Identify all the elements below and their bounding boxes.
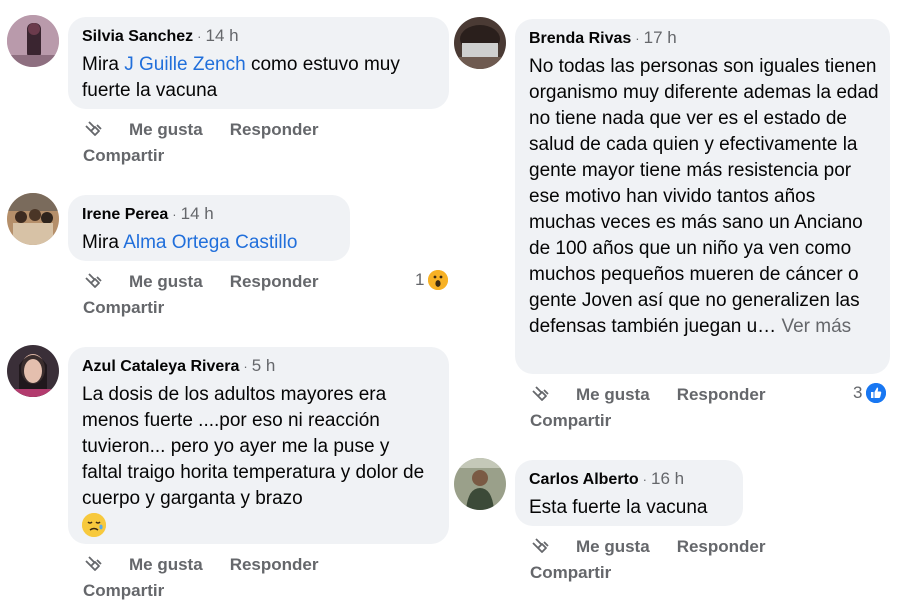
reply-button[interactable]: Responder <box>677 534 766 560</box>
avatar[interactable] <box>7 345 59 397</box>
timestamp[interactable]: 14 h <box>206 26 239 45</box>
avatar[interactable] <box>454 17 506 69</box>
reaction-icon[interactable] <box>530 536 554 558</box>
reply-button[interactable]: Responder <box>230 117 319 143</box>
like-icon <box>866 383 887 403</box>
share-button[interactable]: Compartir <box>530 408 792 434</box>
author-name[interactable]: Azul Cataleya Rivera <box>82 358 239 375</box>
like-button[interactable]: Me gusta <box>576 382 650 408</box>
comment-text: La dosis de los adultos mayores era meno… <box>82 384 425 509</box>
comment-bubble: Azul Cataleya Rivera · 5 h La dosis de los… <box>68 347 449 544</box>
see-more-link[interactable]: Ver más <box>781 316 851 337</box>
avatar[interactable] <box>7 193 59 245</box>
emoji-row <box>82 513 435 537</box>
avatar[interactable] <box>7 15 59 67</box>
reply-button[interactable]: Responder <box>230 269 319 295</box>
share-button[interactable]: Compartir <box>83 295 345 321</box>
sad-emoji-icon <box>82 513 106 537</box>
reply-button[interactable]: Responder <box>230 552 319 578</box>
comment-actions: Me gusta Responder Compartir <box>83 269 345 321</box>
reaction-count: 1 <box>415 270 425 289</box>
reaction-summary[interactable]: 1 <box>415 270 449 290</box>
comment-bubble: Brenda Rivas · 17 h No todas las personas … <box>515 19 890 374</box>
comment-bubble: Silvia Sanchez · 14 h Mira J Guille Zench … <box>68 17 449 109</box>
reaction-icon[interactable] <box>83 271 107 293</box>
share-button[interactable]: Compartir <box>530 560 792 586</box>
separator: · <box>243 359 248 374</box>
author-name[interactable]: Brenda Rivas <box>529 30 631 47</box>
mention-link[interactable]: J Guille Zench <box>124 54 245 75</box>
author-name[interactable]: Irene Perea <box>82 206 168 223</box>
author-name[interactable]: Silvia Sanchez <box>82 28 193 45</box>
comment-text-part: No todas las personas son iguales tienen… <box>529 56 879 337</box>
timestamp[interactable]: 16 h <box>651 469 684 488</box>
reaction-count: 3 <box>853 383 863 402</box>
comment-text-part: Mira <box>82 232 124 253</box>
author-name[interactable]: Carlos Alberto <box>529 471 639 488</box>
comment-actions: Me gusta Responder Compartir <box>530 534 792 586</box>
like-button[interactable]: Me gusta <box>129 117 203 143</box>
comment-actions: Me gusta Responder Compartir <box>83 117 345 169</box>
mention-link[interactable]: Alma Ortega Castillo <box>123 232 297 253</box>
separator: · <box>635 31 640 46</box>
reaction-icon[interactable] <box>530 384 554 406</box>
avatar[interactable] <box>454 458 506 510</box>
reaction-icon[interactable] <box>83 119 107 141</box>
comment-actions: Me gusta Responder Compartir <box>530 382 792 434</box>
comment-actions: Me gusta Responder Compartir <box>83 552 345 604</box>
share-button[interactable]: Compartir <box>83 578 345 604</box>
separator: · <box>197 29 202 44</box>
like-button[interactable]: Me gusta <box>576 534 650 560</box>
like-button[interactable]: Me gusta <box>129 269 203 295</box>
wow-emoji-icon <box>428 270 449 290</box>
comment-text: Mira Alma Ortega Castillo <box>82 230 336 256</box>
comment-bubble: Irene Perea · 14 h Mira Alma Ortega Castil… <box>68 195 350 261</box>
share-button[interactable]: Compartir <box>83 143 345 169</box>
comment-text: Esta fuerte la vacuna <box>529 497 708 518</box>
timestamp[interactable]: 5 h <box>252 356 276 375</box>
comment-text: Mira J Guille Zench como estuvo muy fuer… <box>82 52 435 104</box>
reply-button[interactable]: Responder <box>677 382 766 408</box>
separator: · <box>172 207 177 222</box>
reaction-summary[interactable]: 3 <box>853 383 887 403</box>
timestamp[interactable]: 17 h <box>644 28 677 47</box>
comment-text: No todas las personas son iguales tienen… <box>529 54 879 340</box>
comment-bubble: Carlos Alberto · 16 h Esta fuerte la vacun… <box>515 460 743 526</box>
separator: · <box>642 472 647 487</box>
timestamp[interactable]: 14 h <box>181 204 214 223</box>
like-button[interactable]: Me gusta <box>129 552 203 578</box>
comment-text-part: Mira <box>82 54 125 75</box>
reaction-icon[interactable] <box>83 554 107 576</box>
